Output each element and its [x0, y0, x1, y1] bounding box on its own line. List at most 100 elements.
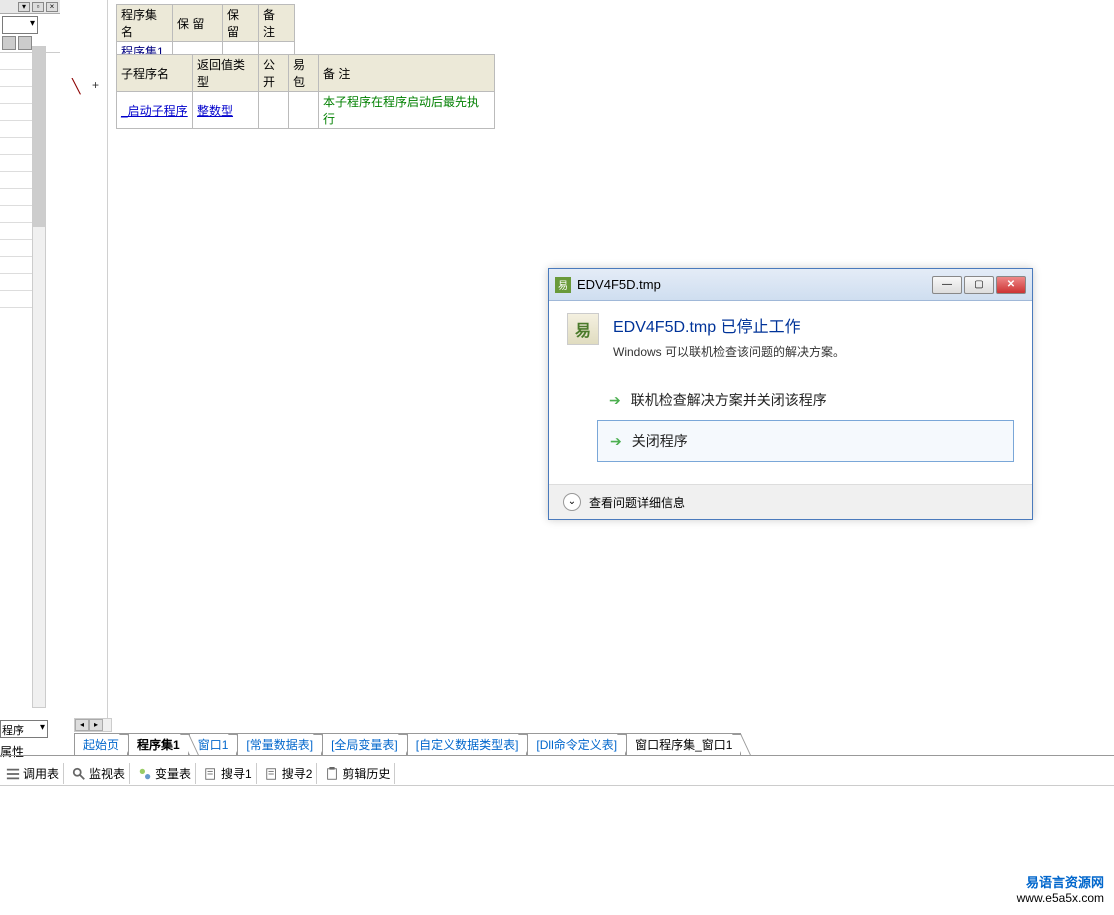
tab-programset1[interactable]: 程序集1: [128, 733, 189, 755]
dialog-body: 易 EDV4F5D.tmp 已停止工作 Windows 可以联机检查该问题的解决…: [549, 301, 1032, 484]
left-grid-row[interactable]: [0, 240, 36, 257]
col-header: 返回值类型: [193, 55, 259, 92]
left-grid-row[interactable]: [0, 155, 36, 172]
col-header: 子程序名: [117, 55, 193, 92]
tab-const-table[interactable]: [常量数据表]: [237, 733, 322, 755]
option-label: 联机检查解决方案并关闭该程序: [631, 390, 827, 410]
table-row[interactable]: _启动子程序 整数型 本子程序在程序启动后最先执行: [117, 92, 495, 129]
col-header: 保 留: [173, 5, 223, 42]
left-grid-row[interactable]: [0, 138, 36, 155]
cell[interactable]: [289, 92, 319, 129]
left-scrollbar[interactable]: [32, 46, 46, 708]
left-grid-row[interactable]: [0, 87, 36, 104]
dialog-app-icon: 易: [567, 313, 599, 345]
arrow-right-icon: ➔: [610, 433, 622, 450]
dialog-header: 易 EDV4F5D.tmp 已停止工作 Windows 可以联机检查该问题的解决…: [567, 313, 1014, 360]
left-grid-row[interactable]: [0, 223, 36, 240]
clipboard-icon: [325, 767, 339, 781]
dialog-title: EDV4F5D.tmp: [577, 277, 932, 292]
col-header: 程序集名: [117, 5, 173, 42]
col-header: 备 注: [259, 5, 295, 42]
expand-icon[interactable]: +: [92, 78, 99, 92]
status-call-table[interactable]: 调用表: [2, 763, 64, 784]
dialog-titlebar[interactable]: 易 EDV4F5D.tmp — ▢ ✕: [549, 269, 1032, 301]
watermark: 易语言资源网 www.e5a5x.com: [1017, 872, 1104, 905]
col-header: 易包: [289, 55, 319, 92]
col-header: 备 注: [319, 55, 495, 92]
cell-note[interactable]: 本子程序在程序启动后最先执行: [319, 92, 495, 129]
left-grid-row[interactable]: [0, 104, 36, 121]
status-search1[interactable]: 搜寻1: [200, 763, 257, 784]
window-buttons: — ▢ ✕: [932, 276, 1026, 294]
chevron-down-icon[interactable]: ⌄: [563, 493, 581, 511]
left-grid-row[interactable]: [0, 257, 36, 274]
left-dropdown[interactable]: [2, 16, 38, 34]
bottom-toolbar: 调用表 监视表 变量表 搜寻1 搜寻2 剪辑历史: [0, 762, 1114, 786]
left-grid-row[interactable]: [0, 70, 36, 87]
status-search2[interactable]: 搜寻2: [261, 763, 318, 784]
tab-global-vars[interactable]: [全局变量表]: [322, 733, 407, 755]
left-grid-row[interactable]: [0, 274, 36, 291]
close-icon[interactable]: ×: [46, 2, 58, 12]
crash-dialog: 易 EDV4F5D.tmp — ▢ ✕ 易 EDV4F5D.tmp 已停止工作 …: [548, 268, 1033, 520]
tab-start[interactable]: 起始页: [74, 733, 128, 755]
tool-icon-2[interactable]: [18, 36, 32, 50]
scroll-right-icon[interactable]: ▸: [89, 719, 103, 731]
status-label: 剪辑历史: [342, 765, 390, 782]
status-label: 监视表: [89, 765, 125, 782]
col-header: 保 留: [223, 5, 259, 42]
variable-icon: [138, 767, 152, 781]
dock-icon[interactable]: ▫: [32, 2, 44, 12]
status-label: 变量表: [155, 765, 191, 782]
left-grid-row[interactable]: [0, 172, 36, 189]
left-grid-row[interactable]: [0, 206, 36, 223]
cell-subname[interactable]: _启动子程序: [117, 92, 193, 129]
editor-hscroll[interactable]: ◂ ▸: [74, 718, 112, 732]
dialog-main-text: EDV4F5D.tmp 已停止工作: [613, 313, 845, 337]
left-grid-row[interactable]: [0, 291, 36, 308]
left-mini-toolbar: [2, 36, 58, 50]
cell-rtype[interactable]: 整数型: [193, 92, 259, 129]
subprogram-table: 子程序名 返回值类型 公开 易包 备 注 _启动子程序 整数型 本子程序在程序启…: [116, 54, 495, 129]
option-label: 关闭程序: [632, 431, 688, 451]
watermark-cn: 易语言资源网: [1017, 872, 1104, 891]
dialog-options: ➔ 联机检查解决方案并关闭该程序 ➔ 关闭程序: [597, 380, 1014, 462]
minimize-button[interactable]: —: [932, 276, 962, 294]
maximize-button[interactable]: ▢: [964, 276, 994, 294]
left-grid-row[interactable]: [0, 53, 36, 70]
tab-window-programset[interactable]: 窗口程序集_窗口1: [626, 733, 741, 755]
tool-icon-1[interactable]: [2, 36, 16, 50]
status-vars[interactable]: 变量表: [134, 763, 196, 784]
option-close-program[interactable]: ➔ 关闭程序: [597, 420, 1014, 462]
dropdown-icon[interactable]: ▾: [18, 2, 30, 12]
status-label: 搜寻1: [221, 765, 252, 782]
left-grid-row[interactable]: [0, 189, 36, 206]
editor-gutter: ╲ +: [60, 0, 108, 732]
scrollbar-thumb[interactable]: [33, 47, 45, 227]
left-panel-toolbar: ▾ ▫ ×: [0, 0, 60, 14]
search-icon: [265, 767, 279, 781]
left-panel: ▾ ▫ × 程序 属性: [0, 0, 60, 760]
option-check-online[interactable]: ➔ 联机检查解决方案并关闭该程序: [597, 380, 1014, 420]
status-watch[interactable]: 监视表: [68, 763, 130, 784]
cell[interactable]: [259, 92, 289, 129]
svg-text:易: 易: [558, 280, 568, 292]
search-icon: [204, 767, 218, 781]
col-header: 公开: [259, 55, 289, 92]
scroll-left-icon[interactable]: ◂: [75, 719, 89, 731]
status-label: 调用表: [23, 765, 59, 782]
app-icon: 易: [555, 277, 571, 293]
dialog-sub-text: Windows 可以联机检查该问题的解决方案。: [613, 343, 845, 360]
list-icon: [6, 767, 20, 781]
left-grid-row[interactable]: [0, 121, 36, 138]
left-grid: [0, 52, 60, 308]
breakpoint-icon[interactable]: ╲: [72, 78, 80, 95]
tab-custom-types[interactable]: [自定义数据类型表]: [407, 733, 528, 755]
close-button[interactable]: ✕: [996, 276, 1026, 294]
details-label[interactable]: 查看问题详细信息: [589, 494, 685, 511]
editor-tabs: 起始页 程序集1 窗口1 [常量数据表] [全局变量表] [自定义数据类型表] …: [0, 734, 1114, 756]
status-label: 搜寻2: [282, 765, 313, 782]
status-clipboard[interactable]: 剪辑历史: [321, 763, 395, 784]
tab-dll-defs[interactable]: [Dll命令定义表]: [527, 733, 626, 755]
magnifier-icon: [72, 767, 86, 781]
